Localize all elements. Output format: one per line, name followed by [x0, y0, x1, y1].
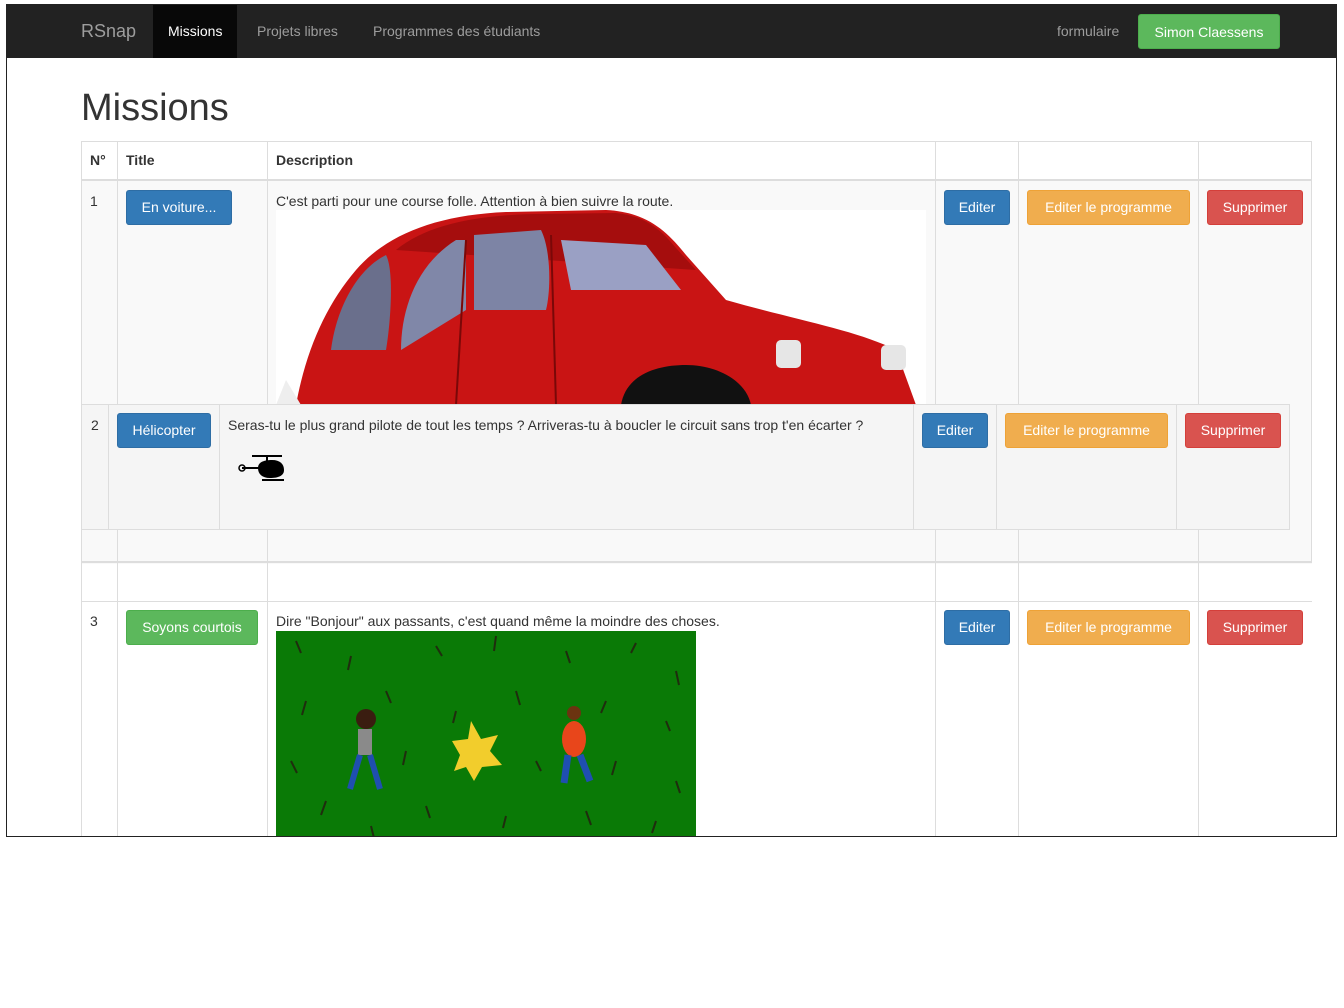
brand-link[interactable]: RSnap [81, 5, 136, 58]
nav-programmes-etudiants[interactable]: Programmes des étudiants [373, 5, 540, 58]
mission-title-button[interactable]: Soyons courtois [126, 610, 258, 645]
browser-viewport: RSnap Missions Projets libres Programmes… [6, 4, 1337, 837]
delete-button[interactable]: Supprimer [1185, 413, 1281, 448]
table-border [219, 405, 220, 529]
mission-description: Seras-tu le plus grand pilote de tout le… [228, 417, 864, 433]
table-border [1311, 141, 1312, 562]
edit-button[interactable]: Editer [944, 610, 1010, 645]
missions-table: N° Title Description 1 En voiture... C'e… [81, 141, 1312, 836]
table-border [81, 141, 1312, 142]
edit-program-button[interactable]: Editer le programme [1005, 413, 1168, 448]
edit-program-button[interactable]: Editer le programme [1027, 190, 1190, 225]
table-header-border [81, 179, 1312, 181]
mission-description: C'est parti pour une course folle. Atten… [276, 193, 674, 209]
nav-projets-libres[interactable]: Projets libres [257, 5, 338, 58]
table-row: 2 Hélicopter Seras-tu le plus grand pilo… [81, 404, 1290, 530]
row-number: 1 [90, 193, 98, 209]
table-border [913, 405, 914, 529]
table-border [996, 405, 997, 529]
grass-scene-image [276, 631, 696, 836]
row-number: 2 [91, 417, 99, 433]
mission-title-button[interactable]: Hélicopter [117, 413, 211, 448]
header-number: N° [90, 152, 106, 168]
mission-description: Dire "Bonjour" aux passants, c'est quand… [276, 613, 720, 629]
table-border [81, 561, 1312, 563]
delete-button[interactable]: Supprimer [1207, 610, 1303, 645]
edit-button[interactable]: Editer [922, 413, 988, 448]
table-border [81, 601, 1312, 602]
header-title: Title [126, 152, 155, 168]
header-description: Description [276, 152, 354, 168]
user-account-button[interactable]: Simon Claessens [1138, 14, 1280, 49]
edit-program-button[interactable]: Editer le programme [1027, 610, 1190, 645]
table-border [108, 405, 109, 529]
table-border [1176, 405, 1177, 529]
edit-button[interactable]: Editer [944, 190, 1010, 225]
helicopter-icon [238, 452, 286, 482]
navbar: RSnap Missions Projets libres Programmes… [7, 5, 1336, 58]
nav-missions[interactable]: Missions [153, 5, 238, 58]
row-number: 3 [90, 613, 98, 629]
red-car-image [276, 210, 926, 405]
delete-button[interactable]: Supprimer [1207, 190, 1303, 225]
mission-title-button[interactable]: En voiture... [126, 190, 232, 225]
page-title: Missions [81, 87, 229, 129]
nav-formulaire[interactable]: formulaire [1057, 5, 1119, 58]
